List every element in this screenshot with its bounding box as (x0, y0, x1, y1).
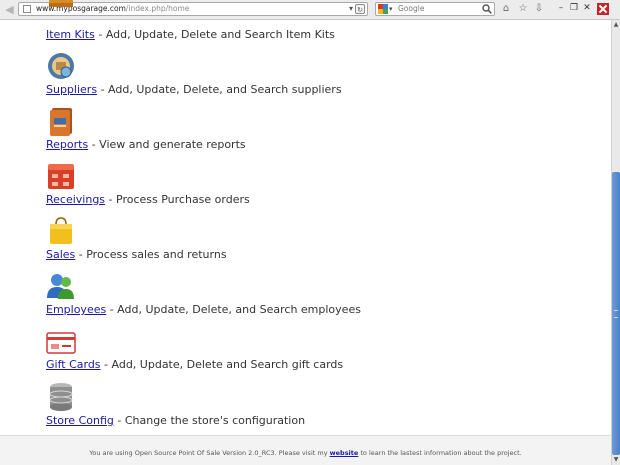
module-description: - Add, Update, Delete and Search gift ca… (100, 358, 344, 371)
module-store-config: Store Config - Change the store's config… (46, 382, 606, 436)
website-link[interactable]: website (330, 449, 359, 457)
vertical-scrollbar[interactable]: ▲ ▼ (611, 20, 620, 465)
module-item-kits: Item Kits - Add, Update, Delete and Sear… (46, 0, 606, 50)
sales-icon (50, 217, 72, 244)
module-sales: Sales - Process sales and returns (46, 216, 606, 270)
module-label: Sales - Process sales and returns (46, 248, 227, 261)
employees-link[interactable]: Employees (46, 303, 106, 316)
back-arrow-icon[interactable]: ◀ (3, 3, 16, 16)
module-description: - Process sales and returns (75, 248, 227, 261)
module-description: - Add, Update, Delete and Search Item Ki… (94, 28, 335, 41)
module-label: Employees - Add, Update, Delete, and Sea… (46, 303, 361, 316)
footer-text-after: to learn the lastest information about t… (358, 449, 522, 457)
module-suppliers: Suppliers - Add, Update, Delete, and Sea… (46, 51, 606, 105)
footer-text-before: You are using Open Source Point Of Sale … (89, 449, 330, 457)
scroll-up-icon[interactable]: ▲ (612, 20, 620, 30)
sales-link[interactable]: Sales (46, 248, 75, 261)
item-kits-link[interactable]: Item Kits (46, 28, 95, 41)
footer-text: You are using Open Source Point Of Sale … (0, 448, 611, 458)
module-description: - Add, Update, Delete, and Search employ… (106, 303, 361, 316)
module-label: Reports - View and generate reports (46, 138, 246, 151)
module-label: Receivings - Process Purchase orders (46, 193, 250, 206)
employees-icon (47, 274, 74, 299)
module-label: Item Kits - Add, Update, Delete and Sear… (46, 28, 335, 41)
reports-link[interactable]: Reports (46, 138, 88, 151)
module-gift-cards: Gift Cards - Add, Update, Delete and Sea… (46, 326, 606, 380)
module-reports: Reports - View and generate reports (46, 106, 606, 160)
module-description: - Add, Update, Delete, and Search suppli… (97, 83, 342, 96)
suppliers-link[interactable]: Suppliers (46, 83, 97, 96)
scroll-thumb[interactable] (612, 172, 620, 455)
suppliers-icon (48, 53, 74, 79)
module-label: Store Config - Change the store's config… (46, 414, 305, 427)
page-icon (23, 5, 31, 13)
store-config-icon (49, 383, 73, 411)
store-config-link[interactable]: Store Config (46, 414, 114, 427)
module-employees: Employees - Add, Update, Delete, and Sea… (46, 271, 606, 325)
gift-cards-link[interactable]: Gift Cards (46, 358, 101, 371)
module-label: Suppliers - Add, Update, Delete, and Sea… (46, 83, 342, 96)
module-description: - Change the store's configuration (113, 414, 306, 427)
scroll-down-icon[interactable]: ▼ (612, 455, 620, 465)
gift-cards-icon (46, 332, 76, 354)
module-label: Gift Cards - Add, Update, Delete and Sea… (46, 358, 343, 371)
receivings-link[interactable]: Receivings (46, 193, 105, 206)
page-footer: You are using Open Source Point Of Sale … (0, 435, 611, 465)
module-description: - Process Purchase orders (105, 193, 250, 206)
module-description: - View and generate reports (88, 138, 246, 151)
reports-icon (50, 108, 72, 136)
receivings-icon (48, 164, 74, 189)
item-kits-icon (49, 0, 73, 7)
module-receivings: Receivings - Process Purchase orders (46, 161, 606, 215)
